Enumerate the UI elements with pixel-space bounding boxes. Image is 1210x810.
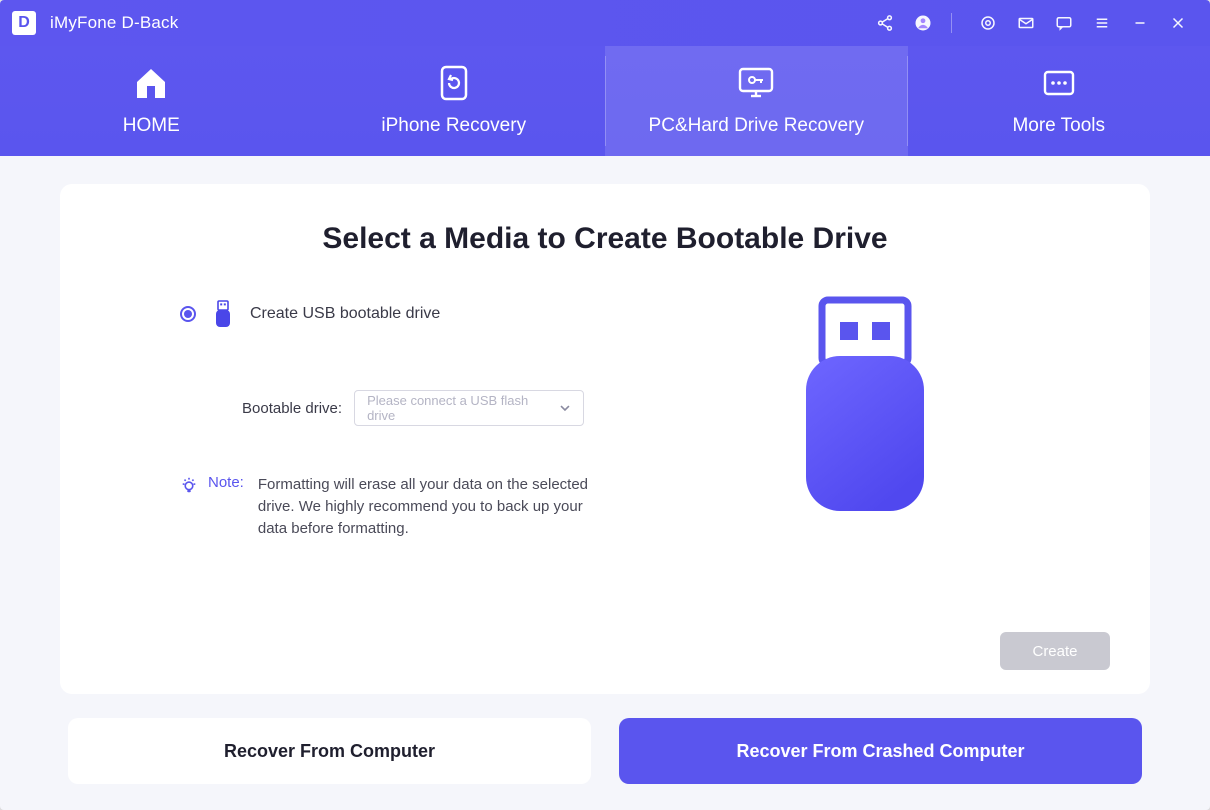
- usb-small-icon: [214, 300, 232, 328]
- main-card: Select a Media to Create Bootable Drive …: [60, 184, 1150, 694]
- tab-label: PC&Hard Drive Recovery: [649, 115, 864, 137]
- note-text: Formatting will erase all your data on t…: [258, 474, 608, 539]
- lightbulb-icon: [180, 476, 198, 494]
- recover-from-crashed-computer-button[interactable]: Recover From Crashed Computer: [619, 718, 1142, 784]
- tab-label: iPhone Recovery: [381, 115, 526, 137]
- note-row: Note: Formatting will erase all your dat…: [180, 474, 650, 539]
- close-icon[interactable]: [1164, 9, 1192, 37]
- more-dots-icon: [1041, 65, 1077, 101]
- app-window: D iMyFone D-Back: [0, 0, 1210, 810]
- option-label: Create USB bootable drive: [250, 305, 440, 323]
- share-icon[interactable]: [871, 9, 899, 37]
- illustration-column: [650, 286, 1080, 664]
- usb-large-icon: [800, 296, 930, 516]
- create-button[interactable]: Create: [1000, 632, 1110, 670]
- monitor-key-icon: [737, 65, 775, 101]
- bootable-drive-dropdown[interactable]: Please connect a USB flash drive: [354, 390, 584, 426]
- tab-pc-hard-drive-recovery[interactable]: PC&Hard Drive Recovery: [605, 46, 908, 156]
- menu-icon[interactable]: [1088, 9, 1116, 37]
- mail-icon[interactable]: [1012, 9, 1040, 37]
- dropdown-label: Bootable drive:: [242, 400, 342, 417]
- dropdown-placeholder: Please connect a USB flash drive: [367, 393, 559, 423]
- page-title: Select a Media to Create Bootable Drive: [130, 222, 1080, 256]
- recover-from-computer-button[interactable]: Recover From Computer: [68, 718, 591, 784]
- content-area: Select a Media to Create Bootable Drive …: [0, 156, 1210, 810]
- bootable-drive-row: Bootable drive: Please connect a USB fla…: [242, 390, 650, 426]
- bottom-button-row: Recover From Computer Recover From Crash…: [60, 718, 1150, 790]
- tab-iphone-recovery[interactable]: iPhone Recovery: [303, 46, 606, 156]
- options-column: Create USB bootable drive Bootable drive…: [130, 286, 650, 664]
- app-logo: D: [12, 11, 36, 35]
- radio-selected[interactable]: [180, 306, 196, 322]
- avatar-icon[interactable]: [909, 9, 937, 37]
- tab-home[interactable]: HOME: [0, 46, 303, 156]
- titlebar-divider: [951, 13, 952, 33]
- home-icon: [133, 65, 169, 101]
- titlebar: D iMyFone D-Back: [0, 0, 1210, 46]
- tab-more-tools[interactable]: More Tools: [908, 46, 1210, 156]
- tab-label: HOME: [123, 115, 180, 137]
- chevron-down-icon: [559, 402, 571, 414]
- chat-icon[interactable]: [1050, 9, 1078, 37]
- phone-refresh-icon: [439, 65, 469, 101]
- tab-label: More Tools: [1012, 115, 1105, 137]
- tab-bar: HOME iPhone Recovery PC&Hard Drive Recov…: [0, 46, 1210, 156]
- app-title: iMyFone D-Back: [50, 13, 178, 33]
- note-label: Note:: [208, 474, 244, 491]
- minimize-icon[interactable]: [1126, 9, 1154, 37]
- settings-gear-icon[interactable]: [974, 9, 1002, 37]
- option-usb-bootable[interactable]: Create USB bootable drive: [180, 300, 650, 328]
